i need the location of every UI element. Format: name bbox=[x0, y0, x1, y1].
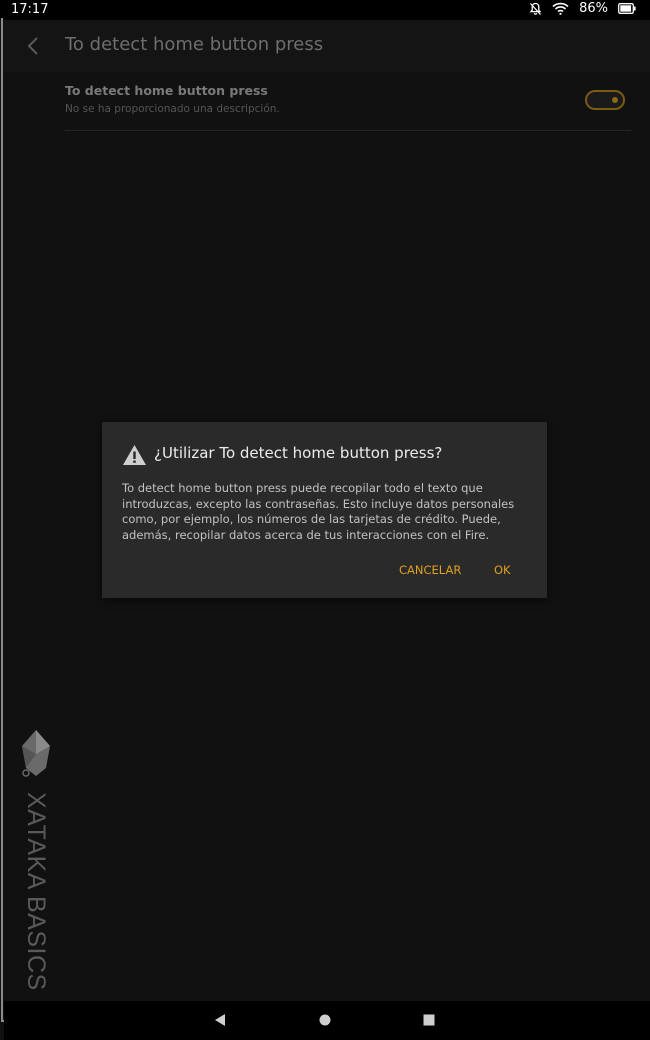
setting-toggle[interactable] bbox=[585, 90, 625, 110]
status-bar: 17:17 86% bbox=[0, 0, 650, 20]
watermark-line bbox=[1, 18, 3, 1020]
setting-title: To detect home button press bbox=[65, 83, 268, 98]
back-button[interactable] bbox=[20, 33, 46, 59]
watermark-text: XATAKA BASICS bbox=[22, 792, 50, 991]
cancel-button[interactable]: CANCELAR bbox=[399, 563, 461, 577]
permission-dialog: ¿Utilizar To detect home button press? T… bbox=[102, 422, 547, 598]
nav-recent-apps-icon[interactable] bbox=[421, 1012, 437, 1028]
dialog-body: To detect home button press puede recopi… bbox=[122, 481, 515, 542]
screen: 17:17 86% To detect home button press To… bbox=[0, 0, 650, 1040]
app-bar: To detect home button press bbox=[4, 20, 650, 72]
setting-row[interactable]: To detect home button press No se ha pro… bbox=[65, 72, 631, 131]
ok-button[interactable]: OK bbox=[494, 563, 511, 577]
page-title: To detect home button press bbox=[65, 34, 324, 55]
nav-home-icon[interactable] bbox=[317, 1012, 333, 1028]
status-icons: 86% bbox=[529, 1, 636, 16]
nav-back-icon[interactable] bbox=[212, 1012, 228, 1028]
chevron-left-icon bbox=[27, 37, 38, 55]
toggle-knob bbox=[612, 97, 618, 103]
wifi-icon bbox=[552, 2, 569, 15]
battery-percent: 86% bbox=[579, 1, 608, 16]
notifications-off-icon bbox=[529, 2, 542, 15]
battery-icon bbox=[618, 3, 636, 14]
navigation-bar bbox=[4, 1001, 650, 1040]
dialog-title: ¿Utilizar To detect home button press? bbox=[154, 444, 443, 462]
warning-icon bbox=[123, 445, 146, 465]
status-time: 17:17 bbox=[11, 2, 49, 17]
setting-description: No se ha proporcionado una descripción. bbox=[65, 103, 280, 115]
xataka-logo-icon bbox=[22, 730, 50, 777]
